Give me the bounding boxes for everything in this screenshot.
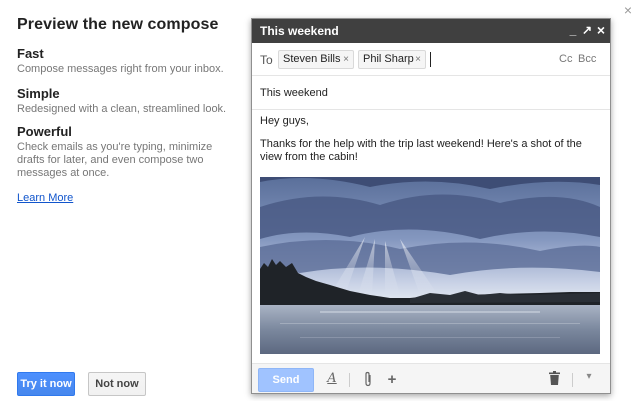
recipient-name: Phil Sharp bbox=[363, 53, 414, 65]
paperclip-icon[interactable] bbox=[362, 371, 374, 389]
try-it-now-button[interactable]: Try it now bbox=[17, 372, 75, 396]
compose-title: This weekend bbox=[260, 24, 339, 38]
compose-footer: Send A + ▾ bbox=[252, 363, 610, 393]
feature-title: Simple bbox=[17, 86, 60, 101]
paperclip-icon-svg bbox=[365, 371, 371, 387]
recipient-chip[interactable]: Phil Sharp × bbox=[358, 50, 426, 69]
send-button[interactable]: Send bbox=[258, 368, 314, 392]
feature-powerful: Powerful Check emails as you're typing, … bbox=[17, 124, 239, 180]
toolbar-divider bbox=[572, 373, 573, 387]
close-compose-icon[interactable]: × bbox=[594, 22, 608, 38]
feature-title: Fast bbox=[17, 46, 44, 61]
trash-icon[interactable] bbox=[548, 371, 560, 389]
compose-window: This weekend _ ↗ × To Steven Bills × Phi… bbox=[251, 18, 611, 394]
compose-header: This weekend _ ↗ × bbox=[252, 19, 610, 43]
message-body[interactable]: Hey guys, Thanks for the help with the t… bbox=[260, 115, 602, 174]
formatting-icon[interactable]: A bbox=[326, 371, 338, 389]
promo-title: Preview the new compose bbox=[17, 16, 219, 33]
body-message: Thanks for the help with the trip last w… bbox=[260, 138, 582, 163]
learn-more-link[interactable]: Learn More bbox=[17, 192, 73, 204]
feature-description: Compose messages right from your inbox. bbox=[17, 63, 224, 75]
toolbar-divider bbox=[349, 373, 350, 387]
subject-field[interactable]: This weekend bbox=[252, 77, 610, 110]
trash-icon-svg bbox=[548, 371, 560, 385]
text-cursor bbox=[430, 52, 431, 67]
insert-icon[interactable]: + bbox=[386, 371, 398, 389]
recipient-name: Steven Bills bbox=[283, 53, 341, 65]
subject-text: This weekend bbox=[260, 87, 328, 99]
recipient-chip[interactable]: Steven Bills × bbox=[278, 50, 354, 69]
inline-photo bbox=[260, 177, 600, 354]
body-greeting: Hey guys, bbox=[260, 115, 309, 127]
feature-description: Redesigned with a clean, streamlined loo… bbox=[17, 103, 227, 115]
to-label: To bbox=[260, 53, 273, 67]
popout-icon[interactable]: ↗ bbox=[580, 22, 594, 38]
minimize-icon[interactable]: _ bbox=[566, 22, 580, 38]
not-now-button[interactable]: Not now bbox=[88, 372, 146, 396]
feature-title: Powerful bbox=[17, 124, 72, 139]
remove-recipient-icon[interactable]: × bbox=[415, 51, 421, 68]
feature-simple: Simple Redesigned with a clean, streamli… bbox=[17, 86, 239, 116]
feature-fast: Fast Compose messages right from your in… bbox=[17, 46, 239, 76]
more-options-icon[interactable]: ▾ bbox=[583, 371, 595, 389]
dialog-close-icon[interactable]: × bbox=[622, 3, 634, 17]
feature-description: Check emails as you're typing, minimize … bbox=[17, 141, 213, 179]
remove-recipient-icon[interactable]: × bbox=[343, 51, 349, 68]
cc-link[interactable]: Cc bbox=[559, 53, 572, 65]
recipients-field[interactable]: To Steven Bills × Phil Sharp × Cc Bcc bbox=[252, 43, 610, 76]
bcc-link[interactable]: Bcc bbox=[578, 53, 596, 65]
